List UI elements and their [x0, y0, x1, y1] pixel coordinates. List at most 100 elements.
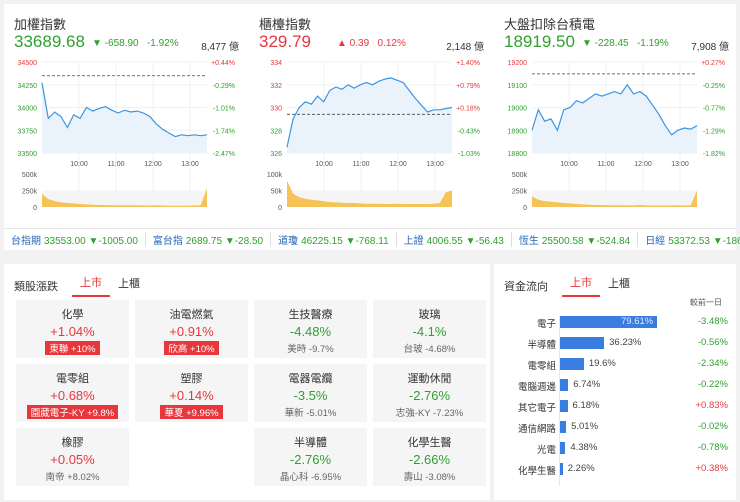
ticker-item[interactable]: 台指期 33553.00 ▼-1005.00 [4, 232, 146, 247]
volume-tick-label: 500k [512, 172, 528, 179]
intraday-chart: 34500 +0.44% 34250 -0.29% 34000 -1.01% 33750 -1… [18, 60, 235, 212]
sector-name: 電零組 [56, 373, 89, 385]
flow-row[interactable]: 電腦週邊 6.74% -0.22% [494, 375, 736, 395]
flow-row[interactable]: 電子 79.61% -3.48% [494, 312, 736, 332]
ticker-item[interactable]: 日經53372.53 ▼-1866.87 [638, 232, 740, 247]
flow-sector-name: 電腦週邊 [517, 382, 556, 393]
leading-stock: 晶心科 -6.95% [279, 472, 342, 483]
ticker-item[interactable]: 上證 4006.55 ▼-56.43 [397, 232, 512, 247]
y-tick-label: 33750 [18, 128, 38, 135]
tab-otc[interactable]: 上櫃 [600, 275, 638, 296]
y-tick-label: 34000 [18, 106, 38, 113]
leading-stock: 欣高 +10% [164, 341, 219, 355]
time-tick-label: 11:00 [598, 161, 615, 168]
sector-name: 塑膠 [180, 373, 203, 385]
sector-cell[interactable]: 運動休閒 -2.76% 志強-KY -7.23% [373, 364, 486, 422]
y-tick-label: 328 [270, 128, 282, 135]
leading-stock: 台玻 -4.68% [403, 344, 456, 355]
ticker-change: ▼-1005.00 [88, 236, 138, 247]
pct-tick-label: +1.40% [456, 60, 480, 67]
sector-cell[interactable]: 塑膠 +0.14% 華夏 +9.96% [135, 364, 248, 422]
sector-name: 玻璃 [418, 309, 441, 321]
pct-tick-label: -0.29% [213, 83, 235, 90]
sector-cell[interactable]: 生技醫療 -4.48% 美時 -9.7% [254, 300, 367, 358]
ticker-value: 4006.55 [426, 236, 463, 247]
sector-cell[interactable]: 半導體 -2.76% 晶心科 -6.95% [254, 428, 367, 486]
index-pct: -1.19% [636, 38, 669, 49]
sector-cell[interactable]: 油電燃氣 +0.91% 欣高 +10% [135, 300, 248, 358]
index-card[interactable]: 櫃檯指數 329.79 ▲ 0.39 0.12% 2,148 億 334 +1.40… [249, 4, 484, 219]
flow-row[interactable]: 通信網路 5.01% -0.02% [494, 417, 736, 437]
flow-title: 資金流向 [504, 280, 548, 293]
pct-tick-label: +0.27% [701, 60, 725, 67]
sector-cell[interactable]: 橡膠 +0.05% 南帝 +8.02% [16, 428, 129, 486]
pct-tick-label: -2.47% [213, 151, 235, 158]
ticker-name: 恆生 [518, 236, 539, 247]
y-tick-label: 19100 [508, 83, 528, 90]
intraday-chart: 334 +1.40% 332 +0.79% 330 +0.18% 328 -0.43% 326 -… [267, 60, 480, 212]
flow-share: 6.18% [572, 400, 600, 411]
ticker-change: ▼-28.50 [224, 236, 264, 247]
sector-name: 運動休閒 [407, 373, 452, 385]
y-tick-label: 34500 [18, 60, 38, 67]
flow-diff: +0.83% [695, 400, 729, 411]
empty-cell [135, 428, 248, 486]
pct-tick-label: -0.25% [703, 83, 725, 90]
flow-row[interactable]: 半導體 36.23% -0.56% [494, 333, 736, 353]
tab-listed[interactable]: 上市 [72, 274, 110, 297]
index-volume: 7,908 億 [691, 42, 729, 53]
ticker-value: 53372.53 [668, 236, 710, 247]
ticker-item[interactable]: 道瓊 46225.15 ▼-768.11 [271, 232, 397, 247]
sector-cell[interactable]: 電零組 +0.68% 園葳電子-KY +9.8% [16, 364, 129, 422]
time-tick-label: 13:00 [426, 161, 444, 168]
sector-pct: +1.04% [50, 324, 95, 339]
sector-cell[interactable]: 化學 +1.04% 東聯 +10% [16, 300, 129, 358]
leading-stock: 園葳電子-KY +9.8% [26, 405, 119, 419]
sector-pct: -2.66% [408, 452, 451, 467]
sector-name: 半導體 [294, 437, 327, 449]
y-tick-label: 326 [270, 151, 282, 158]
index-name: 加權指數 [14, 17, 67, 32]
volume-tick-label: 100k [267, 172, 283, 179]
flow-diff: -3.48% [697, 316, 728, 327]
flow-row[interactable]: 光電 4.38% -0.78% [494, 438, 736, 458]
tab-otc[interactable]: 上櫃 [110, 275, 148, 296]
price-area [42, 82, 207, 153]
ticker-change: ▼-524.84 [586, 236, 631, 247]
sector-pct: -3.5% [293, 388, 328, 403]
pct-tick-label: +0.79% [456, 83, 480, 90]
sector-pct: +0.14% [169, 388, 214, 403]
flow-row[interactable]: 電零組 19.6% -2.34% [494, 354, 736, 374]
index-card[interactable]: 加權指數 33689.68 ▼ -658.90 -1.92% 8,477 億 34… [4, 4, 239, 219]
y-tick-label: 18900 [508, 128, 528, 135]
tab-listed[interactable]: 上市 [562, 274, 600, 297]
index-card[interactable]: 大盤扣除台積電 18919.50 ▼ -228.45 -1.19% 7,908 … [494, 4, 729, 219]
sector-pct: -4.48% [289, 324, 332, 339]
sector-cell[interactable]: 化學生醫 -2.66% 壽山 -3.08% [373, 428, 486, 486]
ticker-item[interactable]: 富台指 2689.75 ▼-28.50 [146, 232, 272, 247]
leading-stock: 美時 -9.7% [287, 344, 334, 355]
sector-name: 油電燃氣 [169, 309, 214, 321]
index-price: 18919.50 [504, 32, 575, 51]
flow-sector-name: 半導體 [527, 340, 556, 351]
volume-tick-label: 500k [22, 172, 38, 179]
flow-diff: -0.02% [697, 421, 728, 432]
sector-pct: +0.91% [169, 324, 214, 339]
index-pct: -1.92% [146, 38, 179, 49]
sector-cell[interactable]: 電器電纜 -3.5% 華新 -5.01% [254, 364, 367, 422]
sector-change-panel: 類股漲跌 上市 上櫃 化學 +1.04% 東聯 +10% 油電燃氣 +0.91% 欣高 +… [4, 264, 490, 500]
sector-name: 電器電纜 [288, 373, 333, 385]
flow-bar [560, 337, 605, 349]
flow-row[interactable]: 其它電子 6.18% +0.83% [494, 396, 736, 416]
y-tick-label: 332 [270, 83, 282, 90]
flow-row[interactable]: 化學生醫 2.26% +0.38% [494, 459, 736, 479]
flow-diff: -0.22% [697, 379, 728, 390]
leading-stock: 華新 -5.01% [284, 408, 337, 419]
ticker-item[interactable]: 恆生 25500.58 ▼-524.84 [512, 232, 639, 247]
leading-stock: 南帝 +8.02% [45, 472, 100, 483]
sector-name: 生技醫療 [288, 309, 333, 321]
time-tick-label: 10:00 [315, 161, 333, 168]
index-name: 大盤扣除台積電 [504, 17, 596, 32]
sector-cell[interactable]: 玻璃 -4.1% 台玻 -4.68% [373, 300, 486, 358]
volume-tick-label: 250k [22, 189, 38, 196]
